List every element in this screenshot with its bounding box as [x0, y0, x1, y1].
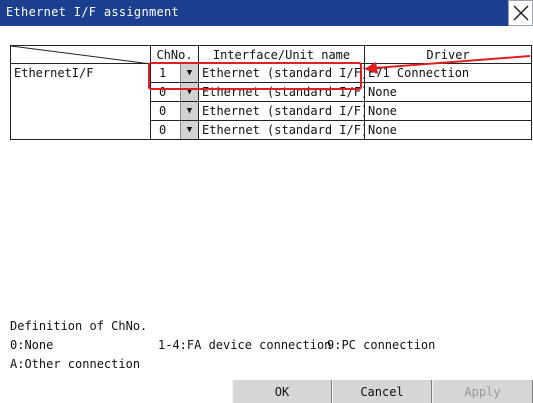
definition-fa-device: 1-4:FA device connection — [158, 338, 332, 352]
chno-value: 0 — [159, 104, 167, 118]
driver-cell[interactable]: None — [364, 82, 532, 102]
chno-value: 0 — [159, 123, 167, 137]
driver-cell[interactable]: None — [364, 120, 532, 140]
table-row: 0 ▼ Ethernet (standard I/F) None — [10, 101, 532, 121]
button-bar: OK Cancel Apply — [0, 380, 533, 403]
definition-none: 0:None — [10, 338, 54, 352]
close-button[interactable] — [508, 0, 533, 26]
chno-header: ChNo. — [150, 45, 199, 64]
empty-cell — [10, 82, 151, 102]
chno-selector-3[interactable]: 0 ▼ — [150, 101, 199, 121]
triangle-down-icon[interactable]: ▼ — [180, 121, 198, 139]
definition-pc: 9:PC connection — [327, 338, 436, 352]
title-bar: Ethernet I/F assignment — [0, 0, 533, 26]
highlight-box — [148, 62, 362, 90]
corner-header-cell — [10, 45, 151, 64]
callout-arrow-icon — [364, 55, 531, 74]
table-row: 0 ▼ Ethernet (standard I/F) None — [10, 120, 532, 140]
chno-selector-4[interactable]: 0 ▼ — [150, 120, 199, 140]
close-icon — [513, 5, 529, 21]
definition-title: Definition of ChNo. — [10, 319, 148, 333]
interface-header: Interface/Unit name — [198, 45, 365, 64]
cancel-button[interactable]: Cancel — [332, 380, 432, 403]
apply-button[interactable]: Apply — [432, 380, 533, 403]
group-label-ethernet: EthernetI/F — [10, 63, 151, 83]
interface-cell: Ethernet (standard I/F) — [198, 101, 365, 121]
interface-cell: Ethernet (standard I/F) — [198, 120, 365, 140]
empty-cell — [10, 101, 151, 121]
window-title: Ethernet I/F assignment — [6, 5, 180, 19]
empty-cell — [10, 120, 151, 140]
definition-other: A:Other connection — [10, 357, 141, 371]
ok-button[interactable]: OK — [232, 380, 332, 403]
driver-cell[interactable]: None — [364, 101, 532, 121]
triangle-down-icon[interactable]: ▼ — [180, 102, 198, 120]
